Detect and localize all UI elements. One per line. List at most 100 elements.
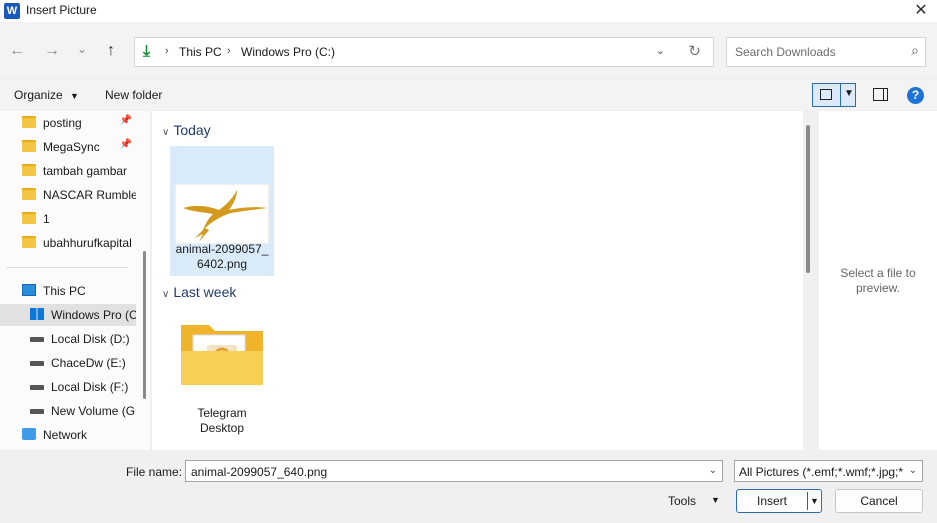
sidebar-item-label: MegaSync	[43, 140, 100, 154]
insert-split-divider	[807, 492, 808, 510]
word-app-icon: W	[4, 3, 20, 19]
group-header-last-week[interactable]: ∨ Last week	[162, 284, 236, 300]
file-type-select[interactable]: All Pictures (*.emf;*.wmf;*.jpg;* ⌄	[734, 460, 923, 482]
caret-down-icon[interactable]: ▼	[844, 88, 854, 99]
chevron-right-icon[interactable]: ›	[227, 45, 231, 57]
sidebar-item-label: 1	[43, 212, 50, 226]
sidebar-item-new-volume-g[interactable]: New Volume (G:	[0, 400, 136, 422]
cancel-button[interactable]: Cancel	[835, 489, 923, 513]
file-name-line-2: 6402.png	[196, 257, 248, 271]
sidebar-item-label: Local Disk (F:)	[51, 380, 129, 394]
chevron-down-icon[interactable]: ⌄	[906, 465, 917, 476]
chevron-down-icon: ∨	[162, 127, 170, 138]
folder-name-line-1: Telegram	[197, 406, 247, 420]
file-name-value: animal-2099057_640.png	[191, 465, 328, 479]
sidebar-item-local-disk-f[interactable]: Local Disk (F:)	[0, 376, 136, 398]
folder-icon	[22, 236, 36, 248]
sidebar-item-label: New Volume (G:	[51, 404, 136, 418]
search-placeholder: Search Downloads	[735, 45, 836, 59]
forward-button[interactable]: →	[40, 39, 64, 63]
preview-line-1: Select a file to	[840, 266, 916, 280]
insert-button[interactable]: Insert ▼	[736, 489, 822, 513]
drive-icon	[30, 337, 44, 342]
address-bar[interactable]: ⤓ › This PC › Windows Pro (C:) ⌄ ↻	[134, 37, 714, 67]
search-icon: ⌕	[911, 42, 919, 58]
file-list-scrollbar[interactable]	[806, 125, 810, 273]
file-name-line-1: animal-2099057_	[175, 242, 269, 256]
refresh-icon[interactable]: ↻	[688, 42, 701, 60]
folder-icon	[22, 140, 36, 152]
new-folder-button[interactable]: New folder	[105, 88, 162, 102]
sidebar-item-ubahhurufkapital[interactable]: ubahhurufkapital	[0, 232, 136, 254]
file-list: ∨ Today animal-2099057_ 6402.png ∨ Last we…	[152, 111, 803, 450]
sidebar-item-megasync[interactable]: MegaSync 📌	[0, 136, 136, 158]
folder-tile[interactable]: Telegram Desktop	[170, 311, 274, 441]
sidebar-item-local-disk-d[interactable]: Local Disk (D:)	[0, 328, 136, 350]
network-icon	[22, 428, 36, 440]
chevron-down-icon[interactable]: ⌄	[709, 465, 717, 476]
windows-drive-icon	[30, 308, 44, 320]
recent-locations-button[interactable]: ⌄	[70, 37, 94, 61]
close-button[interactable]: ✕	[911, 1, 931, 21]
sidebar-item-label: NASCAR Rumble	[43, 188, 136, 202]
search-input[interactable]: Search Downloads ⌕	[726, 37, 926, 67]
organize-label: Organize	[14, 88, 63, 102]
sidebar-divider	[6, 267, 128, 268]
sidebar-item-tambah-gambar[interactable]: tambah gambar	[0, 160, 136, 182]
back-button[interactable]: ←	[5, 39, 29, 63]
download-icon: ⤓	[143, 43, 151, 60]
view-divider	[840, 84, 841, 106]
pin-icon: 📌	[119, 139, 132, 150]
sidebar-item-label: ubahhurufkapital	[43, 236, 132, 250]
sidebar-item-label: ChaceDw (E:)	[51, 356, 126, 370]
breadcrumb-this-pc[interactable]: This PC	[179, 45, 222, 59]
group-header-today[interactable]: ∨ Today	[162, 122, 211, 138]
preview-message: Select a file to preview.	[819, 266, 937, 296]
drive-icon	[30, 361, 44, 366]
navigation-bar: ← → ⌄ ↑ ⤓ › This PC › Windows Pro (C:) ⌄…	[0, 22, 937, 78]
title-bar: W Insert Picture ✕	[0, 0, 937, 22]
change-view-button[interactable]: ▼	[812, 83, 856, 107]
sidebar-item-posting[interactable]: posting 📌	[0, 112, 136, 134]
folder-icon	[22, 212, 36, 224]
navigation-pane: posting 📌 MegaSync 📌 tambah gambar NASCA…	[0, 111, 150, 450]
sidebar-item-label: Windows Pro (C	[51, 308, 136, 322]
group-label: Today	[173, 122, 211, 138]
preview-line-2: preview.	[855, 281, 901, 295]
insert-label: Insert	[756, 494, 787, 508]
chevron-down-icon: ∨	[162, 289, 170, 300]
sidebar-item-this-pc[interactable]: This PC	[0, 280, 136, 302]
folder-icon	[22, 116, 36, 128]
breadcrumb-windows-pro[interactable]: Windows Pro (C:)	[241, 45, 335, 59]
organize-menu[interactable]: Organize ▼	[14, 88, 79, 102]
sidebar-item-label: Network	[43, 428, 88, 442]
drive-icon	[30, 409, 44, 414]
sidebar-scrollbar[interactable]	[143, 251, 146, 399]
sidebar-item-1[interactable]: 1	[0, 208, 136, 230]
preview-pane-icon[interactable]	[873, 88, 888, 101]
help-icon[interactable]: ?	[907, 87, 924, 104]
folder-icon	[181, 325, 263, 385]
sidebar-item-nascar-rumble[interactable]: NASCAR Rumble	[0, 184, 136, 206]
caret-down-icon[interactable]: ▼	[810, 490, 819, 512]
pin-icon: 📌	[119, 115, 132, 126]
preview-pane: Select a file to preview.	[819, 111, 937, 450]
chevron-down-icon[interactable]: ⌄	[656, 44, 665, 57]
caret-down-icon[interactable]: ▼	[711, 495, 720, 505]
sidebar-item-windows-pro[interactable]: Windows Pro (C	[0, 304, 136, 326]
view-icon	[820, 89, 832, 100]
folder-icon	[22, 188, 36, 200]
up-button[interactable]: ↑	[99, 39, 123, 63]
sidebar-item-network[interactable]: Network	[0, 424, 136, 446]
file-name-input[interactable]: animal-2099057_640.png ⌄	[185, 460, 723, 482]
command-bar: Organize ▼ New folder ▼ ?	[0, 80, 937, 110]
file-tile[interactable]: animal-2099057_ 6402.png	[170, 146, 274, 276]
drive-icon	[30, 385, 44, 390]
sidebar-item-chacedw-e[interactable]: ChaceDw (E:)	[0, 352, 136, 374]
sidebar-item-label: Local Disk (D:)	[51, 332, 130, 346]
window-title: Insert Picture	[26, 3, 97, 17]
tools-menu[interactable]: Tools	[668, 494, 696, 508]
file-name-label: File name:	[126, 465, 183, 479]
chevron-right-icon[interactable]: ›	[165, 45, 169, 57]
file-type-value: All Pictures (*.emf;*.wmf;*.jpg;*	[739, 465, 904, 479]
